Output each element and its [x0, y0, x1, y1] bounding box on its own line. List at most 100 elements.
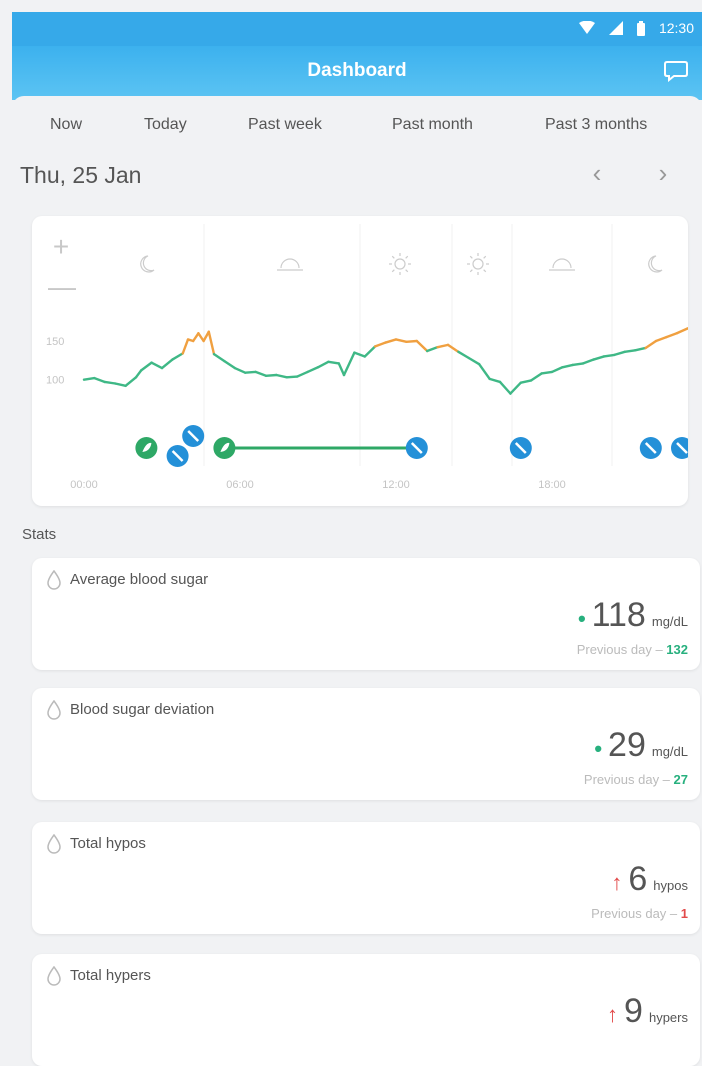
stat-unit: mg/dL	[651, 614, 688, 629]
stat-previous-label: Previous day –	[576, 642, 667, 657]
tab-now[interactable]: Now	[50, 116, 82, 134]
stat-previous: Previous day – 132	[577, 642, 688, 657]
stat-card-hypers[interactable]: Total hypers ↑ 9 hypers	[32, 954, 700, 1066]
glucose-segment	[686, 326, 688, 330]
sun-ray	[469, 255, 473, 259]
x-tick-label: 18:00	[538, 479, 566, 491]
stat-unit: hypos	[653, 878, 688, 893]
sun-ray	[483, 255, 487, 259]
glucose-segment	[374, 341, 387, 348]
trend-dot-icon: •	[577, 606, 586, 631]
stat-value: 6	[628, 860, 648, 898]
tab-past-3-months[interactable]: Past 3 months	[545, 116, 647, 134]
stat-previous-label: Previous day –	[583, 772, 674, 787]
glucose-segment	[457, 350, 470, 360]
glucose-segment	[644, 339, 658, 350]
stat-value: 29	[608, 726, 646, 764]
glucose-segment	[342, 351, 356, 377]
signal-icon	[608, 21, 623, 35]
glucose-chart-card: + — 150 100 00:00 06:00 12:00 18:00	[32, 216, 688, 506]
stat-card-average[interactable]: Average blood sugar • 118 mg/dL Previous…	[32, 558, 700, 670]
glucose-segment	[654, 335, 668, 343]
glucose-segment	[405, 339, 418, 343]
food-marker-icon	[135, 437, 158, 459]
moon-icon	[648, 255, 663, 273]
glucose-segment	[243, 370, 257, 374]
glucose-segment	[93, 376, 107, 384]
stat-previous-label: Previous day –	[591, 906, 681, 921]
glucose-segment	[191, 332, 200, 343]
insulin-marker-icon	[166, 445, 189, 467]
chat-icon[interactable]	[664, 60, 688, 82]
glucose-segment	[264, 373, 278, 377]
stat-card-deviation[interactable]: Blood sugar deviation • 29 mg/dL Previou…	[32, 688, 700, 800]
chevron-left-icon[interactable]: ‹	[582, 158, 612, 190]
glucose-segment	[634, 346, 647, 352]
app-body: Now Today Past week Past month Past 3 mo…	[12, 96, 702, 1066]
glucose-segment	[160, 358, 174, 370]
stat-previous: Previous day – 27	[584, 772, 688, 787]
sun-arc	[280, 258, 300, 269]
glucose-segment	[623, 349, 637, 354]
glucose-segment	[212, 352, 226, 363]
stat-value: 9	[624, 992, 643, 1030]
glucose-segment	[602, 353, 616, 358]
insulin-marker-icon	[405, 437, 428, 459]
glucose-segment	[285, 375, 299, 379]
glucose-segment	[103, 380, 117, 385]
stat-title: Blood sugar deviation	[70, 701, 215, 718]
glucose-line	[82, 326, 688, 395]
sun-ray	[391, 255, 395, 259]
tab-past-month[interactable]: Past month	[392, 116, 473, 134]
glucose-segment	[327, 360, 340, 365]
glucose-segment	[113, 382, 127, 388]
x-tick-labels: 00:00 06:00 12:00 18:00	[70, 479, 566, 491]
glucose-segment	[223, 359, 237, 370]
sun-icon	[389, 253, 411, 275]
glucose-segment	[665, 332, 678, 339]
sun-icon	[467, 253, 489, 275]
glucose-segment	[540, 370, 554, 375]
time-of-day-icons	[140, 253, 663, 275]
glucose-segment	[171, 352, 185, 361]
stat-value-row: • 29 mg/dL	[594, 726, 688, 765]
insulin-marker-icon	[671, 437, 688, 459]
stat-unit: mg/dL	[651, 744, 688, 759]
date-label: Thu, 25 Jan	[20, 162, 142, 188]
moon-shape	[648, 255, 663, 273]
glucose-segment	[394, 338, 408, 343]
glucose-segment	[233, 366, 247, 374]
glucose-segment	[82, 376, 96, 381]
x-tick-label: 06:00	[226, 479, 254, 491]
event-markers	[135, 425, 688, 467]
glucose-segment	[207, 330, 216, 356]
stats-heading: Stats	[22, 526, 57, 543]
moon-shape	[140, 255, 155, 273]
stat-value: 118	[591, 596, 646, 634]
stat-previous-value: 27	[673, 772, 688, 787]
stat-value-row: • 118 mg/dL	[578, 596, 688, 635]
stat-card-hypos[interactable]: Total hypos ↑ 6 hypos Previous day – 1	[32, 822, 700, 934]
tab-today[interactable]: Today	[144, 116, 187, 134]
glucose-segment	[415, 339, 429, 353]
battery-icon	[636, 20, 645, 36]
glucose-segment	[582, 358, 595, 365]
sun-core	[394, 258, 406, 270]
arrow-up-icon: ↑	[607, 1002, 619, 1027]
glucose-segment	[384, 338, 398, 344]
chevron-right-icon[interactable]: ›	[648, 158, 678, 190]
status-time: 12:30	[658, 20, 694, 36]
sun-ray	[483, 269, 487, 273]
x-tick-label: 12:00	[382, 479, 410, 491]
tab-past-week[interactable]: Past week	[248, 116, 322, 134]
glucose-segment	[530, 372, 543, 382]
food-marker-icon	[213, 437, 236, 459]
trend-dot-icon: •	[594, 736, 603, 761]
status-icons: 12:30	[578, 20, 694, 36]
period-tabs: Now Today Past week Past month Past 3 mo…	[12, 116, 702, 146]
wifi-icon	[578, 21, 595, 34]
stat-value-row: ↑ 6 hypos	[611, 860, 688, 899]
sun-ray	[469, 269, 473, 273]
sun-ray	[405, 269, 409, 273]
glucose-segment	[275, 373, 289, 379]
